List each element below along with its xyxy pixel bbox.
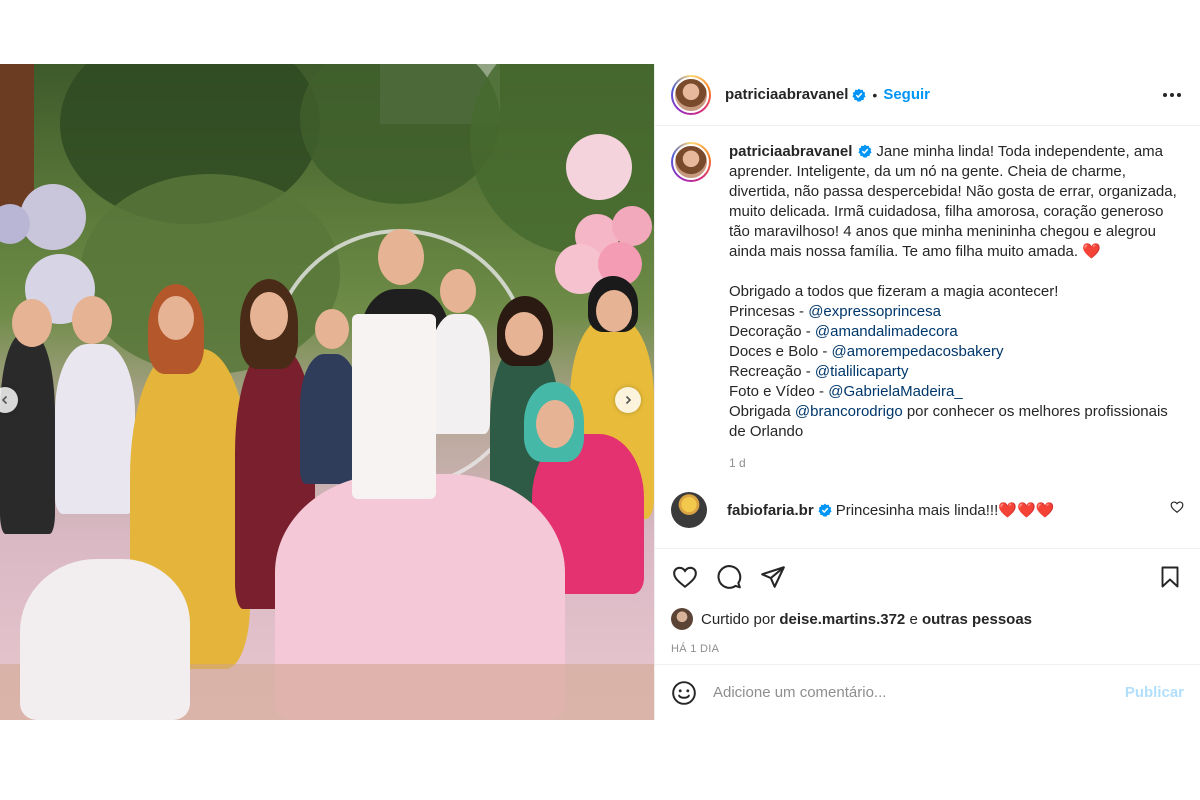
like-comment-icon[interactable]	[1170, 500, 1184, 514]
credit-label: Doces e Bolo -	[729, 343, 832, 360]
bookmark-icon	[1161, 566, 1179, 587]
author-username[interactable]: patriciaabravanel	[725, 86, 848, 103]
guest-face	[505, 312, 543, 356]
caption-text: patriciaabravanel Jane minha linda! Toda…	[729, 142, 1184, 442]
publish-button[interactable]: Publicar	[1125, 684, 1184, 701]
mention-link[interactable]: @amandalimadecora	[815, 323, 958, 340]
child-figure	[300, 354, 360, 484]
caption-username[interactable]: patriciaabravanel	[729, 143, 852, 160]
commenter-avatar[interactable]	[671, 492, 707, 528]
guest-face	[440, 269, 476, 313]
balloon	[566, 134, 632, 200]
mention-link[interactable]: @brancorodrigo	[795, 403, 903, 420]
emoji-icon[interactable]	[671, 680, 697, 706]
guest-face	[596, 290, 632, 332]
balloon	[612, 206, 652, 246]
author-avatar[interactable]	[671, 74, 711, 115]
comment-input[interactable]	[713, 684, 1125, 701]
heart-icon	[673, 566, 697, 588]
comment-hearts: ❤️❤️❤️	[998, 502, 1055, 519]
guest-figure	[55, 344, 135, 514]
post-date[interactable]: HÁ 1 DIA	[655, 634, 1200, 664]
more-options-icon	[1163, 92, 1181, 97]
send-icon	[761, 565, 785, 588]
guest-face	[378, 229, 424, 285]
share-button[interactable]	[759, 563, 787, 591]
credit-line: Decoração - @amandalimadecora	[729, 322, 1184, 342]
like-button[interactable]	[671, 563, 699, 591]
caption-intro: Jane minha linda! Toda independente, ama…	[729, 143, 1177, 260]
guest-face	[250, 292, 288, 340]
comment-item: fabiofaria.br Princesinha mais linda!!!❤…	[671, 492, 1184, 528]
guest-face	[158, 296, 194, 340]
comments-area: patriciaabravanel Jane minha linda! Toda…	[655, 126, 1200, 548]
credit-line: Recreação - @tialilicaparty	[729, 362, 1184, 382]
verified-badge-icon	[852, 88, 867, 102]
final-prefix: Obrigada	[729, 403, 795, 420]
caption-final-line: Obrigada @brancorodrigo por conhecer os …	[729, 402, 1184, 442]
credit-label: Recreação -	[729, 363, 815, 380]
post-photo[interactable]	[0, 64, 654, 720]
chevron-right-icon	[625, 395, 632, 405]
caption-thanks: Obrigado a todos que fizeram a magia aco…	[729, 283, 1059, 300]
likes-prefix: Curtido por	[701, 610, 776, 628]
save-button[interactable]	[1156, 563, 1184, 591]
chevron-left-icon	[1, 395, 8, 405]
guest-face	[72, 296, 112, 344]
more-options-button[interactable]	[1160, 83, 1184, 107]
credit-line: Princesas - @expressoprincesa	[729, 302, 1184, 322]
next-photo-button[interactable]	[615, 387, 641, 413]
comment-body: Princesinha mais linda!!!	[835, 502, 999, 519]
caption-time-ago[interactable]: 1 d	[729, 456, 1184, 470]
post-header: patriciaabravanel • Seguir	[655, 64, 1200, 126]
instagram-post: patriciaabravanel • Seguir patriciaabrav…	[0, 64, 1200, 720]
post-actions	[655, 548, 1200, 604]
guest-figure	[0, 334, 55, 534]
liker-username[interactable]: deise.martins.372	[779, 611, 905, 628]
likes-conjunction: e	[909, 610, 918, 628]
header-separator: •	[872, 86, 878, 103]
comment-button[interactable]	[715, 563, 743, 591]
verified-badge-icon	[818, 503, 832, 517]
comment-icon	[717, 564, 742, 589]
guest-face	[315, 309, 349, 349]
credit-line: Foto e Vídeo - @GabrielaMadeira_	[729, 382, 1184, 402]
credit-label: Foto e Vídeo -	[729, 383, 829, 400]
caption-author-avatar[interactable]	[671, 142, 711, 182]
balloon	[20, 184, 86, 250]
author-info: patriciaabravanel • Seguir	[725, 86, 930, 103]
verified-badge-icon	[858, 144, 873, 158]
mention-link[interactable]: @GabrielaMadeira_	[828, 383, 962, 400]
birthday-cake	[352, 314, 436, 499]
liker-avatar[interactable]	[671, 608, 693, 630]
mention-link[interactable]: @tialilicaparty	[815, 363, 909, 380]
comment-text: fabiofaria.br Princesinha mais linda!!!❤…	[727, 501, 1054, 519]
other-likers-link[interactable]: outras pessoas	[922, 611, 1032, 628]
likes-summary: Curtido por deise.martins.372 e outras p…	[655, 604, 1200, 634]
post-caption: patriciaabravanel Jane minha linda! Toda…	[671, 142, 1184, 442]
guest-face	[12, 299, 52, 347]
mention-link[interactable]: @amorempedacosbakery	[832, 343, 1004, 360]
guest-face	[536, 400, 574, 448]
add-comment-bar: Publicar	[655, 664, 1200, 720]
heart-emoji: ❤️	[1082, 243, 1101, 260]
credit-label: Decoração -	[729, 323, 815, 340]
post-side-panel: patriciaabravanel • Seguir patriciaabrav…	[654, 64, 1200, 720]
photo-tree-trunk	[0, 64, 34, 214]
commenter-username[interactable]: fabiofaria.br	[727, 502, 814, 519]
child-figure	[430, 314, 490, 434]
credit-line: Doces e Bolo - @amorempedacosbakery	[729, 342, 1184, 362]
credit-label: Princesas -	[729, 303, 809, 320]
mention-link[interactable]: @expressoprincesa	[808, 303, 941, 320]
toy-horse	[20, 559, 190, 720]
follow-button[interactable]: Seguir	[883, 86, 930, 103]
